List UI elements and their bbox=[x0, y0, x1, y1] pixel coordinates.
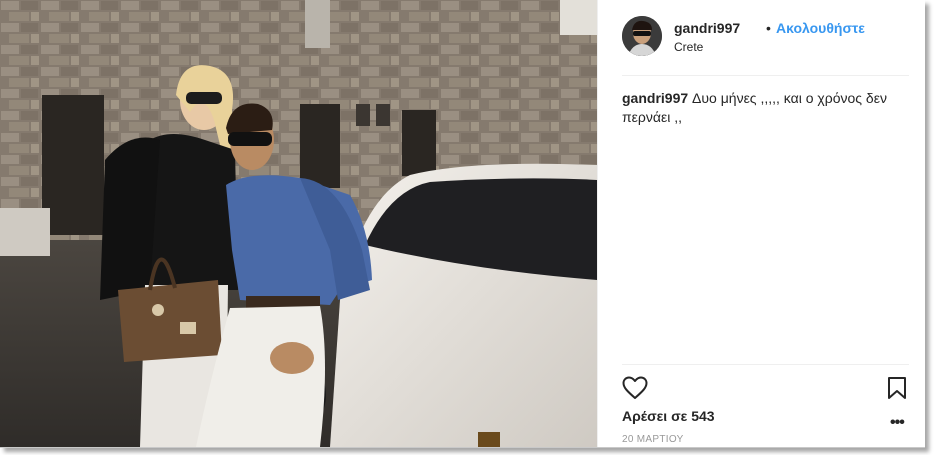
actions-divider bbox=[622, 364, 909, 365]
avatar[interactable] bbox=[622, 16, 662, 56]
post-photo-image bbox=[0, 0, 597, 447]
caption-username[interactable]: gandri997 bbox=[622, 90, 688, 106]
post-photo[interactable] bbox=[0, 0, 597, 447]
location-link[interactable]: Crete bbox=[674, 40, 703, 54]
follow-button[interactable]: Ακολουθήστε bbox=[776, 20, 865, 36]
bookmark-icon[interactable] bbox=[886, 376, 908, 400]
heart-icon[interactable] bbox=[622, 376, 648, 400]
post-window: gandri997 • Ακολουθήστε Crete gandri997 … bbox=[0, 0, 925, 448]
avatar-image bbox=[622, 16, 662, 56]
author-username[interactable]: gandri997 bbox=[674, 20, 740, 36]
likes-count[interactable]: Αρέσει σε 543 bbox=[622, 408, 715, 424]
post-header: gandri997 • Ακολουθήστε Crete bbox=[622, 16, 909, 58]
header-divider bbox=[622, 75, 909, 76]
post-caption: gandri997 Δυο μήνες ,,,,, και ο χρόνος δ… bbox=[622, 89, 902, 127]
post-side-panel: gandri997 • Ακολουθήστε Crete gandri997 … bbox=[597, 0, 925, 447]
post-date[interactable]: 20 ΜΑΡΤΙΟΥ bbox=[622, 434, 684, 445]
more-options-icon[interactable]: ••• bbox=[890, 414, 905, 432]
header-separator: • bbox=[766, 20, 771, 36]
